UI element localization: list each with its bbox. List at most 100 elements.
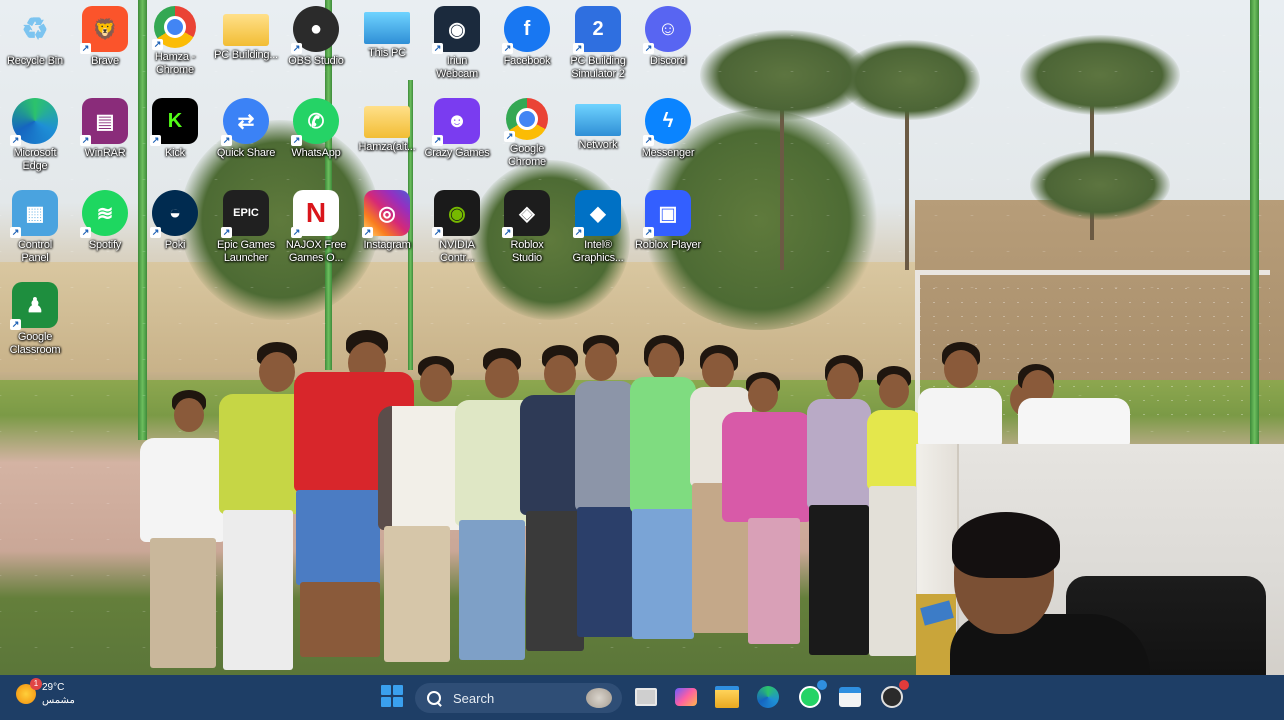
start-button[interactable]: [381, 685, 403, 707]
poki-icon: ◒ ↗: [150, 190, 198, 238]
desktop-icon-instagram[interactable]: ◎ ↗ Instagram: [352, 186, 422, 252]
folder-icon: [223, 14, 269, 46]
desktop-icon-brave[interactable]: 🦁 ↗ Brave: [70, 2, 140, 68]
network-icon: [575, 104, 621, 136]
desktop-icon-iriun-webcam[interactable]: ◉ ↗ Iriun Webcam: [422, 2, 492, 81]
monitor-icon: [364, 12, 410, 44]
roblox-icon: ▣ ↗: [643, 190, 691, 238]
shortcut-arrow-icon: ↗: [432, 135, 443, 146]
edge-taskbar-button[interactable]: [754, 683, 782, 711]
desktop-icon-label: Intel® Graphics...: [572, 239, 624, 264]
microsoft-store-icon: [839, 687, 861, 707]
desktop-icon-pc-building-simulator-2[interactable]: 2 ↗ PC Building Simulator 2: [563, 2, 633, 81]
desktop-icon-label: WhatsApp: [291, 147, 341, 159]
wallpaper-person: [918, 342, 1138, 448]
file-explorer-button[interactable]: [713, 683, 741, 711]
desktop-icon-label: Microsoft Edge: [13, 147, 57, 172]
desktop-icon-roblox-player[interactable]: ▣ ↗ Roblox Player: [633, 186, 703, 252]
desktop-icon-label: Spotify: [88, 239, 122, 251]
shortcut-arrow-icon: ↗: [80, 135, 91, 146]
desktop-icon-label: Roblox Player: [635, 239, 701, 251]
desktop-icon-control-panel[interactable]: ▦ ↗ Control Panel: [0, 186, 70, 265]
whatsapp-notification-badge: [817, 680, 827, 690]
desktop-icon-grid: ♻ Recycle Bin 🦁 ↗ Brave ↗ Hamza - Chrome PC Bui…: [0, 0, 760, 370]
spotify-icon: ≋ ↗: [80, 190, 128, 238]
obs-taskbar-button[interactable]: [878, 680, 909, 711]
shortcut-arrow-icon: ↗: [362, 227, 373, 238]
desktop-icon-obs-studio[interactable]: ● ↗ OBS Studio: [281, 2, 351, 68]
desktop-icon-recycle-bin[interactable]: ♻ Recycle Bin: [0, 2, 70, 68]
shortcut-arrow-icon: ↗: [152, 39, 163, 50]
desktop-icon-hamza-alt[interactable]: Hamza(alt...: [352, 94, 422, 154]
shortcut-arrow-icon: ↗: [80, 227, 91, 238]
desktop-icon-spotify[interactable]: ≋ ↗ Spotify: [70, 186, 140, 252]
brave-icon: 🦁 ↗: [80, 6, 128, 54]
search-input[interactable]: [451, 689, 575, 707]
desktop-icon-label: OBS Studio: [288, 55, 344, 67]
desktop-icon-label: Kick: [165, 147, 185, 159]
desktop-icon-microsoft-edge[interactable]: ↗ Microsoft Edge: [0, 94, 70, 173]
shortcut-arrow-icon: ↗: [432, 43, 443, 54]
kick-icon: K ↗: [150, 98, 198, 146]
desktop-icon-intel-graphics[interactable]: ◆ ↗ Intel® Graphics...: [563, 186, 633, 265]
taskbar-search[interactable]: [415, 683, 622, 713]
najox-icon: N ↗: [291, 190, 339, 238]
desktop-icon-label: Instagram: [363, 239, 411, 251]
chrome-center-icon: [516, 108, 538, 130]
task-view-button[interactable]: [632, 683, 660, 711]
desktop-icon-google-chrome[interactable]: ↗ Google Chrome: [492, 94, 562, 169]
whatsapp-taskbar-button[interactable]: [796, 680, 827, 711]
desktop-icon-crazy-games[interactable]: ☻ ↗ Crazy Games: [422, 94, 492, 160]
desktop-icon-this-pc[interactable]: This PC: [352, 2, 422, 60]
desktop-icon-label: WinRAR: [84, 147, 126, 159]
shortcut-arrow-icon: ↗: [150, 227, 161, 238]
desktop-icon-label: PC Building Simulator 2: [570, 55, 626, 80]
shortcut-arrow-icon: ↗: [10, 319, 21, 330]
desktop-icon-roblox-studio[interactable]: ◈ ↗ Roblox Studio: [492, 186, 562, 265]
shortcut-arrow-icon: ↗: [643, 43, 654, 54]
shortcut-arrow-icon: ↗: [502, 43, 513, 54]
shortcut-arrow-icon: ↗: [291, 135, 302, 146]
widgets-button[interactable]: [672, 683, 700, 711]
desktop-icon-label: Epic Games Launcher: [217, 239, 275, 264]
taskbar: 1 29°C مشمس: [0, 675, 1284, 720]
desktop-icon-winrar[interactable]: ▤ ↗ WinRAR: [70, 94, 140, 160]
desktop-icon-poki[interactable]: ◒ ↗ Poki: [140, 186, 210, 252]
desktop-icon-label: Poki: [164, 239, 186, 251]
webcam-person-hair: [952, 512, 1060, 578]
desktop-icon-label: Roblox Studio: [510, 239, 544, 264]
desktop-icon-facebook[interactable]: f ↗ Facebook: [492, 2, 562, 68]
search-highlight-icon: [586, 688, 612, 708]
shortcut-arrow-icon: ↗: [573, 43, 584, 54]
desktop-icon-nvidia-contr[interactable]: ◉ ↗ NVIDIA Contr...: [422, 186, 492, 265]
desktop-icon-discord[interactable]: ☺ ↗ Discord: [633, 2, 703, 68]
wallpaper-person: [378, 356, 472, 671]
desktop-icon-najox-free-games-o[interactable]: N ↗ NAJOX Free Games O...: [281, 186, 351, 265]
weather-temperature: 29°C: [42, 682, 65, 693]
edge-icon: [757, 686, 779, 708]
winrar-icon: ▤ ↗: [80, 98, 128, 146]
chrome-icon: ↗: [504, 98, 548, 142]
desktop-icon-label: Messenger: [641, 147, 695, 159]
desktop-icon-label: Crazy Games: [424, 147, 490, 159]
discord-icon: ☺ ↗: [643, 6, 691, 54]
shortcut-arrow-icon: ↗: [291, 227, 302, 238]
microsoft-store-button[interactable]: [836, 683, 864, 711]
desktop-icon-epic-games-launcher[interactable]: EPIC ↗ Epic Games Launcher: [211, 186, 281, 265]
desktop-icon-quick-share[interactable]: ⇄ ↗ Quick Share: [211, 94, 281, 160]
desktop-icon-network[interactable]: Network: [563, 94, 633, 152]
windows-logo-icon: [381, 685, 391, 695]
weather-widget[interactable]: 1 29°C مشمس: [16, 678, 75, 707]
shortcut-arrow-icon: ↗: [504, 131, 515, 142]
obs-icon: [881, 686, 903, 708]
desktop-icon-pc-building[interactable]: PC Building...: [211, 2, 281, 62]
desktop-icon-messenger[interactable]: ϟ ↗ Messenger: [633, 94, 703, 160]
edge-icon: ↗: [10, 98, 58, 146]
desktop-icon-google-classroom[interactable]: ♟ ↗ Google Classroom: [0, 278, 70, 357]
weather-sun-icon: 1: [16, 678, 42, 704]
chrome-center-icon: [164, 16, 186, 38]
desktop-icon-label: Quick Share: [216, 147, 276, 159]
desktop-icon-hamza-chrome[interactable]: ↗ Hamza - Chrome: [140, 2, 210, 77]
desktop-icon-whatsapp[interactable]: ✆ ↗ WhatsApp: [281, 94, 351, 160]
desktop-icon-kick[interactable]: K ↗ Kick: [140, 94, 210, 160]
